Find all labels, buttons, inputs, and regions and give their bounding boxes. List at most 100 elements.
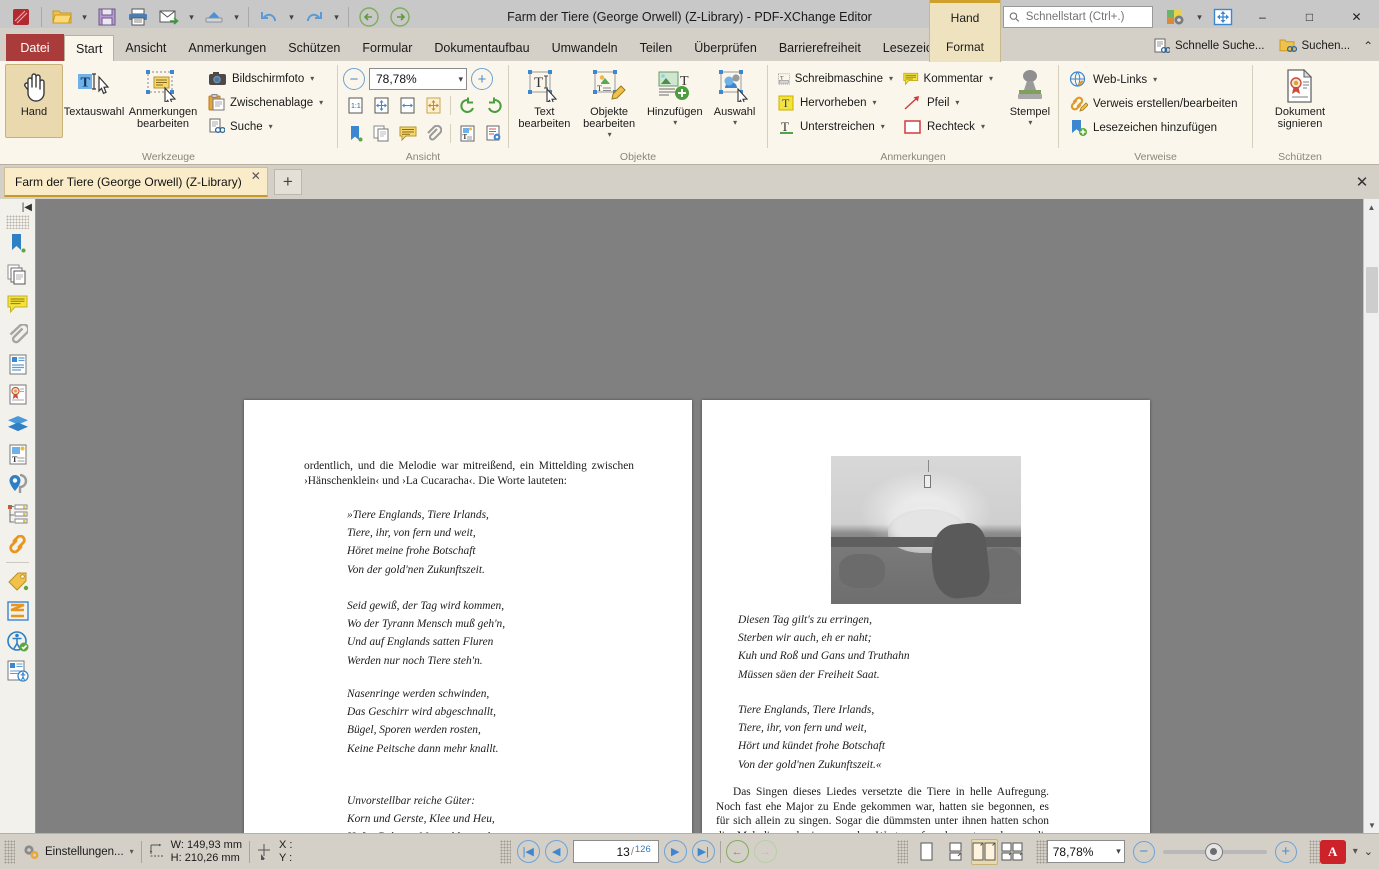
button-dokument-signieren[interactable]: Dokument signieren bbox=[1263, 64, 1337, 138]
pdf-export-caret[interactable]: ▾ bbox=[1347, 846, 1364, 857]
button-zwischenablage[interactable]: Zwischenablage ▾ bbox=[203, 91, 328, 114]
vertical-scrollbar[interactable]: ▲ ▼ bbox=[1363, 199, 1379, 833]
rotate-ccw-icon[interactable] bbox=[455, 93, 480, 118]
pages-panel-icon[interactable] bbox=[369, 121, 394, 146]
stempel-caret[interactable]: ▾ bbox=[1028, 118, 1032, 127]
button-objekte-bearbeiten[interactable]: T Objekte bearbeiten ▾ bbox=[576, 64, 643, 140]
nav-item-comments[interactable] bbox=[0, 289, 35, 319]
content-panel-icon[interactable]: T bbox=[455, 121, 480, 146]
hinzufuegen-caret[interactable]: ▾ bbox=[673, 118, 677, 127]
button-auswahl[interactable]: Auswahl ▾ bbox=[707, 64, 762, 138]
navigate-back-button[interactable]: ← bbox=[726, 840, 749, 863]
tab-datei[interactable]: Datei bbox=[6, 34, 64, 62]
layout-single-page-icon[interactable] bbox=[913, 839, 940, 865]
web-links-caret[interactable]: ▾ bbox=[1153, 75, 1157, 84]
properties-panel-icon[interactable] bbox=[481, 121, 506, 146]
nav-collapse-button[interactable]: |◀ bbox=[0, 199, 35, 215]
nav-item-links[interactable] bbox=[0, 529, 35, 559]
minimize-button[interactable]: – bbox=[1240, 0, 1285, 34]
layout-two-page-continuous-icon[interactable] bbox=[1000, 839, 1027, 865]
bildschirmfoto-caret[interactable]: ▾ bbox=[310, 74, 314, 83]
contextual-tab-format[interactable]: Format bbox=[930, 32, 1000, 61]
hervorheben-caret[interactable]: ▾ bbox=[872, 98, 876, 107]
button-suche[interactable]: Suche ▾ bbox=[203, 115, 328, 138]
next-page-button[interactable]: ▶ bbox=[664, 840, 687, 863]
zoom-out-button[interactable]: − bbox=[343, 68, 365, 90]
kommentar-caret[interactable]: ▾ bbox=[989, 74, 993, 83]
button-unterstreichen[interactable]: T Unterstreichen ▾ bbox=[773, 115, 898, 138]
save-icon[interactable] bbox=[92, 3, 122, 31]
pdf-export-icon[interactable]: A bbox=[1320, 840, 1346, 864]
nav-item-layers[interactable] bbox=[0, 409, 35, 439]
status-grip-zoom[interactable] bbox=[1036, 840, 1047, 864]
undo-icon[interactable] bbox=[254, 3, 284, 31]
tab-teilen[interactable]: Teilen bbox=[629, 34, 684, 62]
status-grip-layout[interactable] bbox=[897, 840, 908, 864]
maximize-button[interactable]: □ bbox=[1287, 0, 1332, 34]
nav-item-accessibility-check[interactable] bbox=[0, 626, 35, 656]
rotate-cw-icon[interactable] bbox=[481, 93, 506, 118]
open-dropdown-caret[interactable]: ▾ bbox=[78, 3, 91, 31]
button-kommentar[interactable]: Kommentar ▾ bbox=[898, 67, 998, 90]
contextual-tab-hand-format[interactable]: Hand Format bbox=[929, 0, 1001, 62]
auswahl-caret[interactable]: ▾ bbox=[733, 118, 737, 127]
scan-dropdown-caret[interactable]: ▾ bbox=[230, 3, 243, 31]
nav-item-signatures[interactable] bbox=[0, 379, 35, 409]
settings-caret[interactable]: ▾ bbox=[130, 847, 134, 856]
forward-icon[interactable] bbox=[385, 3, 415, 31]
tab-barrierefreiheit[interactable]: Barrierefreiheit bbox=[768, 34, 872, 62]
back-icon[interactable] bbox=[354, 3, 384, 31]
open-icon[interactable] bbox=[47, 3, 77, 31]
button-stempel[interactable]: Stempel ▾ bbox=[1007, 64, 1053, 138]
schreibmaschine-caret[interactable]: ▾ bbox=[889, 74, 893, 83]
nav-item-bookmarks[interactable] bbox=[0, 229, 35, 259]
nav-item-structure[interactable] bbox=[0, 499, 35, 529]
attachments-panel-icon[interactable] bbox=[421, 121, 446, 146]
page-right[interactable]: Diesen Tag gilt's zu erringen, Sterben w… bbox=[702, 400, 1150, 833]
status-zoom-caret-icon[interactable]: ▾ bbox=[1116, 846, 1121, 857]
tab-dokumentaufbau[interactable]: Dokumentaufbau bbox=[423, 34, 540, 62]
undo-dropdown-caret[interactable]: ▾ bbox=[285, 3, 298, 31]
close-document-button[interactable]: ✕ bbox=[1345, 165, 1379, 199]
tab-ueberpruefen[interactable]: Überprüfen bbox=[683, 34, 768, 62]
status-grip-pagenav[interactable] bbox=[500, 840, 511, 864]
page-left[interactable]: ordentlich, und die Melodie war mitreiße… bbox=[244, 400, 692, 833]
status-zoom-out-button[interactable]: − bbox=[1133, 841, 1155, 863]
document-tab-close-icon[interactable]: ✕ bbox=[251, 169, 261, 183]
tool-anmerkungen-bearbeiten[interactable]: Anmerkungen bearbeiten bbox=[125, 64, 201, 138]
zwischenablage-caret[interactable]: ▾ bbox=[319, 98, 323, 107]
actual-size-icon[interactable]: 1:1 bbox=[343, 93, 368, 118]
unterstreichen-caret[interactable]: ▾ bbox=[881, 122, 885, 131]
layout-continuous-icon[interactable] bbox=[942, 839, 969, 865]
nav-item-pages[interactable] bbox=[0, 259, 35, 289]
zoom-combobox[interactable]: 78,78% ▾ bbox=[369, 68, 467, 90]
button-text-bearbeiten[interactable]: T Text bearbeiten bbox=[514, 64, 575, 138]
button-verweis-erstellen[interactable]: Verweis erstellen/bearbeiten bbox=[1064, 92, 1242, 115]
fullscreen-icon[interactable] bbox=[1208, 3, 1238, 31]
print-icon[interactable] bbox=[123, 3, 153, 31]
tab-umwandeln[interactable]: Umwandeln bbox=[541, 34, 629, 62]
first-page-button[interactable]: |◀ bbox=[517, 840, 540, 863]
layout-two-page-icon[interactable] bbox=[971, 839, 998, 865]
zoom-slider[interactable] bbox=[1163, 850, 1267, 854]
button-rechteck[interactable]: Rechteck ▾ bbox=[898, 115, 998, 138]
search-button[interactable]: Suchen... bbox=[1274, 35, 1356, 58]
ui-options-caret[interactable]: ▾ bbox=[1193, 3, 1206, 31]
tab-anmerkungen[interactable]: Anmerkungen bbox=[177, 34, 277, 62]
contextual-tab-hand[interactable]: Hand bbox=[930, 3, 1000, 32]
button-web-links[interactable]: Web-Links ▾ bbox=[1064, 68, 1162, 91]
navigate-forward-button[interactable]: → bbox=[754, 840, 777, 863]
nav-item-accessibility-report[interactable] bbox=[0, 656, 35, 686]
zoom-slider-handle[interactable] bbox=[1205, 843, 1223, 861]
button-schreibmaschine[interactable]: T Schreibmaschine ▾ bbox=[773, 67, 898, 90]
tool-textauswahl[interactable]: T Textauswahl bbox=[65, 64, 123, 138]
previous-page-button[interactable]: ◀ bbox=[545, 840, 568, 863]
document-view[interactable]: ordentlich, und die Melodie war mitreiße… bbox=[36, 199, 1363, 833]
rechteck-caret[interactable]: ▾ bbox=[981, 122, 985, 131]
settings-button[interactable]: Einstellungen... ▾ bbox=[15, 838, 141, 866]
tab-start[interactable]: Start bbox=[64, 35, 114, 63]
scroll-down-icon[interactable]: ▼ bbox=[1364, 817, 1379, 833]
scroll-up-icon[interactable]: ▲ bbox=[1364, 199, 1379, 215]
nav-item-destinations[interactable] bbox=[0, 469, 35, 499]
button-hervorheben[interactable]: T Hervorheben ▾ bbox=[773, 91, 898, 114]
